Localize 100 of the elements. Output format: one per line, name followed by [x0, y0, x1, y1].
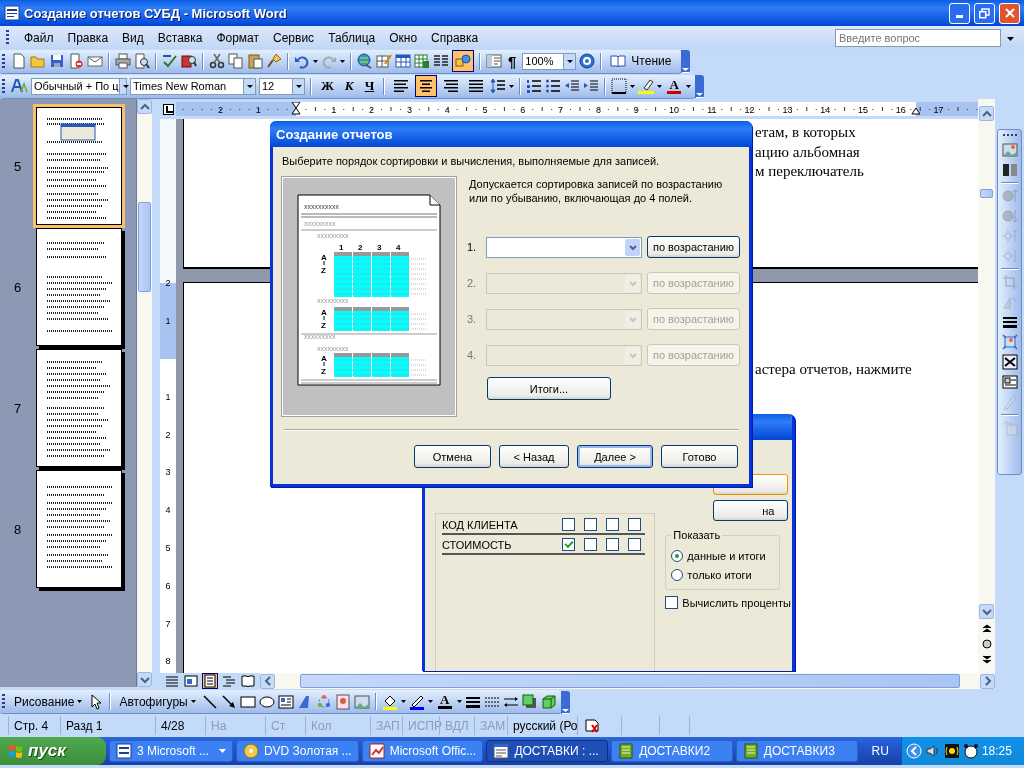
- menu-item[interactable]: Справка: [424, 27, 486, 48]
- line-style-icon[interactable]: [1001, 314, 1018, 330]
- text-box-icon[interactable]: [277, 693, 294, 710]
- dialog-button[interactable]: Далее >: [577, 445, 653, 468]
- caret-icon[interactable]: [509, 83, 515, 89]
- drawing-button[interactable]: [452, 50, 474, 72]
- table-icon[interactable]: [395, 53, 411, 69]
- zoom-dropdown[interactable]: 100%: [522, 52, 577, 70]
- browse-object-icon[interactable]: [981, 639, 992, 649]
- scroll-down-button[interactable]: [979, 604, 994, 619]
- indent-icon[interactable]: [583, 78, 600, 94]
- dialog-button[interactable]: < Назад: [499, 445, 569, 468]
- scroll-up-button[interactable]: [137, 99, 152, 114]
- sort-field-dropdown[interactable]: [486, 236, 642, 258]
- clipart-icon[interactable]: [334, 693, 351, 710]
- view-button[interactable]: [240, 673, 256, 689]
- menu-item[interactable]: Формат: [209, 27, 267, 48]
- caret-icon[interactable]: [456, 699, 462, 704]
- arrow-icon[interactable]: [220, 693, 237, 710]
- scrollbar-thumb[interactable]: [138, 202, 151, 292]
- spreadsheet-icon[interactable]: [414, 53, 430, 69]
- page-thumbnail[interactable]: [36, 349, 122, 467]
- menu-item[interactable]: Сервис: [266, 27, 322, 48]
- checkbox[interactable]: [628, 538, 641, 551]
- picture-icon[interactable]: [353, 693, 370, 710]
- checkbox[interactable]: [562, 538, 575, 551]
- help-icon[interactable]: [579, 53, 596, 69]
- oval-icon[interactable]: [258, 693, 275, 710]
- font-size-dropdown[interactable]: 12: [259, 77, 305, 95]
- clipboard-icon[interactable]: [247, 53, 263, 69]
- scroll-right-button[interactable]: [980, 673, 995, 689]
- previous-page-icon[interactable]: [981, 623, 992, 634]
- menu-item[interactable]: Вид: [115, 27, 151, 48]
- show-formatting-button[interactable]: ¶: [505, 52, 520, 70]
- indent-marker[interactable]: [291, 102, 301, 115]
- checkbox[interactable]: [606, 518, 619, 531]
- checkbox[interactable]: [584, 538, 597, 551]
- scrollbar-thumb[interactable]: [980, 189, 993, 198]
- horizontal-ruler[interactable]: 2 1 1 2 3 4 5 6 7 8 9 10 11 12 13 14 15 16 17: [176, 102, 978, 116]
- color-icon[interactable]: [1001, 162, 1018, 178]
- page-thumbnail[interactable]: [36, 107, 122, 225]
- highlighter-icon[interactable]: [638, 78, 655, 94]
- page-thumbnail[interactable]: [36, 228, 122, 346]
- text-wrap-icon[interactable]: [1001, 354, 1018, 370]
- taskbar-button[interactable]: DVD Золотая ...: [235, 740, 359, 762]
- toolbar-options-button[interactable]: [695, 75, 705, 98]
- signal-icon[interactable]: [943, 743, 960, 759]
- question-field[interactable]: Введите вопрос: [835, 28, 1001, 47]
- scrollbar-thumb[interactable]: [300, 674, 960, 688]
- scissors-icon[interactable]: [209, 53, 225, 69]
- next-page-icon[interactable]: [981, 654, 992, 665]
- taskbar-button[interactable]: Microsoft Offic...: [361, 740, 484, 762]
- taskbar-button[interactable]: 3 Microsoft ...: [108, 740, 233, 762]
- fill-bucket-icon[interactable]: [381, 693, 398, 710]
- italic-button[interactable]: К: [340, 78, 358, 94]
- checkbox[interactable]: [562, 518, 575, 531]
- vertical-ruler[interactable]: 2 1 1 2 3 4 5 6 7 8: [160, 119, 176, 671]
- spellcheck-icon[interactable]: [162, 53, 178, 69]
- caret-icon[interactable]: [657, 83, 663, 89]
- caret-icon[interactable]: [400, 699, 406, 704]
- summary-button[interactable]: Итоги...: [487, 377, 611, 400]
- speaker-icon[interactable]: [924, 743, 941, 759]
- scroll-down-button[interactable]: [137, 672, 152, 687]
- sort-order-button[interactable]: по возрастанию: [647, 236, 740, 258]
- line-color-icon[interactable]: [408, 693, 425, 710]
- columns-icon[interactable]: [433, 53, 449, 69]
- pencil-table-icon[interactable]: [376, 53, 392, 69]
- taskbar-button[interactable]: ДОСТАВКИ3: [735, 740, 858, 762]
- toolbar-options-button[interactable]: [681, 50, 691, 73]
- close-button[interactable]: [999, 2, 1020, 24]
- rectangle-icon[interactable]: [239, 693, 256, 710]
- numbered-list-icon[interactable]: [526, 78, 543, 94]
- language-indicator[interactable]: RU: [871, 744, 901, 758]
- show-hidden-icon[interactable]: [905, 743, 922, 759]
- menu-item[interactable]: Файл: [17, 27, 61, 48]
- document-map-icon[interactable]: [486, 53, 502, 69]
- scroll-up-button[interactable]: [979, 106, 994, 121]
- copy-icon[interactable]: [228, 53, 244, 69]
- checkbox[interactable]: [628, 518, 641, 531]
- view-button[interactable]: [202, 673, 218, 689]
- radio-button[interactable]: [671, 549, 684, 562]
- print-preview-icon[interactable]: [134, 53, 150, 69]
- dialog-button[interactable]: Отмена: [414, 445, 491, 468]
- research-icon[interactable]: [181, 53, 197, 69]
- underline-button[interactable]: Ч: [360, 78, 379, 94]
- autoshapes-menu-button[interactable]: Автофигуры: [116, 694, 199, 709]
- outdent-icon[interactable]: [564, 78, 581, 94]
- menu-item[interactable]: Правка: [60, 27, 116, 48]
- taskbar-button[interactable]: ДОСТАВКИ : ...: [486, 740, 609, 762]
- panda-icon[interactable]: [962, 743, 979, 759]
- font-color-button[interactable]: A: [435, 694, 454, 709]
- restore-button[interactable]: [974, 2, 995, 24]
- diagram-icon[interactable]: [315, 693, 332, 710]
- tab-stop-button[interactable]: [162, 103, 174, 115]
- compress-icon[interactable]: [1001, 334, 1018, 350]
- caret-icon[interactable]: [630, 83, 636, 89]
- line-icon[interactable]: [201, 693, 218, 710]
- menu-item[interactable]: Окно: [382, 27, 425, 48]
- envelope-icon[interactable]: [87, 53, 103, 69]
- shadow-icon[interactable]: [521, 693, 538, 710]
